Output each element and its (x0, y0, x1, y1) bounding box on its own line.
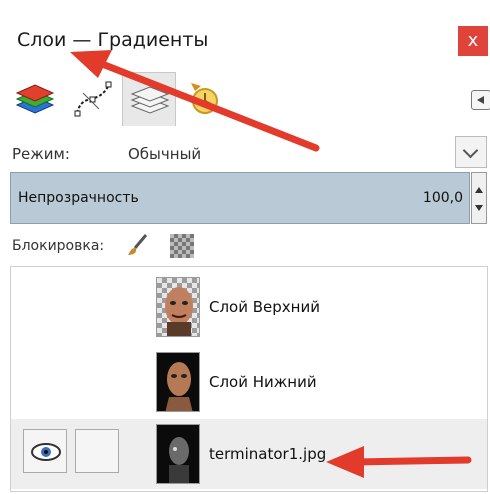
mode-label: Режим: (12, 145, 70, 163)
tab-layers[interactable] (8, 72, 62, 126)
layer-row[interactable]: terminator1.jpg (11, 419, 487, 489)
layer-thumbnail (156, 424, 200, 484)
opacity-spin-buttons[interactable] (471, 172, 487, 224)
spin-down-icon[interactable] (475, 205, 483, 211)
layer-row[interactable]: Слой Верхний (11, 272, 487, 342)
face-icon (165, 362, 193, 411)
layer-row[interactable]: Слой Нижний (11, 347, 487, 417)
dock-tabs (8, 68, 490, 126)
layer-name[interactable]: Слой Верхний (209, 298, 320, 316)
layers-list: Слой Верхний Слой Нижний terminator1.jpg (10, 266, 488, 492)
layer-link-toggle[interactable] (75, 429, 119, 473)
face-icon (169, 437, 189, 483)
layer-thumbnail (156, 352, 200, 412)
mode-dropdown-button[interactable] (455, 136, 487, 168)
tab-channels[interactable] (122, 72, 176, 126)
dock-title-bar: Слои — Градиенты x (0, 16, 490, 68)
eye-icon (31, 443, 61, 461)
close-button[interactable]: x (458, 26, 488, 56)
layers-icon (15, 84, 55, 114)
lock-pixels-icon[interactable] (126, 233, 150, 257)
spin-up-icon[interactable] (475, 187, 483, 193)
opacity-label: Непрозрачность (18, 190, 139, 206)
opacity-value: 100,0 (422, 190, 463, 206)
layer-name[interactable]: Слой Нижний (209, 373, 317, 391)
opacity-slider[interactable]: Непрозрачность 100,0 (10, 172, 470, 224)
mode-select[interactable]: Обычный (128, 145, 201, 163)
dock-title: Слои — Градиенты (17, 29, 209, 51)
layer-visibility-toggle[interactable] (23, 429, 67, 473)
undo-history-icon (191, 83, 218, 114)
layer-name[interactable]: terminator1.jpg (209, 445, 326, 463)
lock-alpha-icon[interactable] (170, 234, 194, 258)
layer-thumbnail (156, 277, 200, 337)
panel-menu-button[interactable] (471, 90, 490, 110)
channels-icon (130, 86, 170, 114)
tab-paths[interactable] (66, 72, 120, 126)
paths-icon (74, 81, 112, 117)
tab-undo-history[interactable] (178, 72, 232, 126)
lock-label: Блокировка: (12, 238, 105, 254)
face-icon (165, 287, 193, 336)
